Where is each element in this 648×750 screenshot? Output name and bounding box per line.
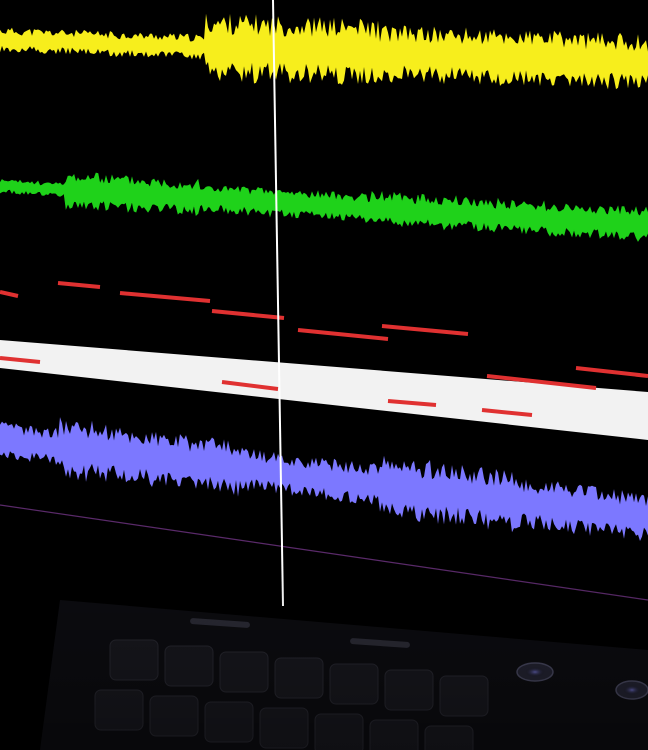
daw-monitor-scene [0,0,648,750]
bottom-shadow [0,560,648,750]
